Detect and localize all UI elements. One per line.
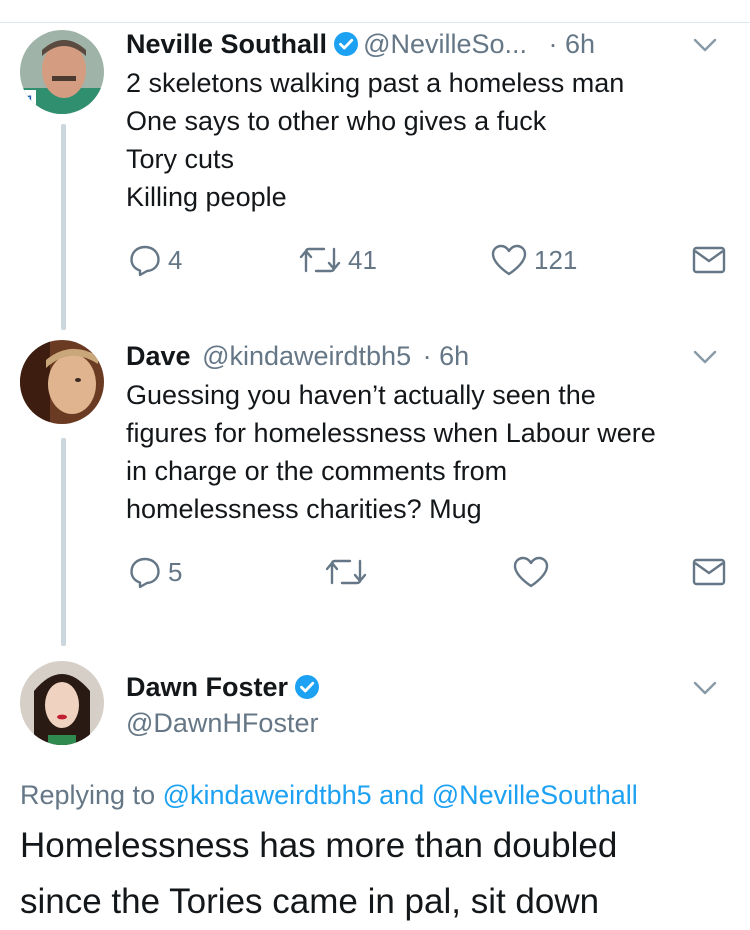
retweet-button[interactable] (324, 552, 374, 592)
author-handle[interactable]: @kindaweirdtbh5 (202, 341, 411, 371)
dm-icon (692, 246, 726, 274)
reply-count: 4 (168, 244, 183, 275)
avatar[interactable] (20, 661, 104, 745)
main-tweet-text: Homelessness has more than doubled since… (20, 818, 740, 930)
replying-to-line: Replying to @kindaweirdtbh5 and @Neville… (20, 780, 638, 811)
mention-link[interactable]: @NevilleSouthall (432, 780, 638, 810)
chevron-down-icon[interactable] (692, 32, 718, 58)
avatar[interactable] (20, 340, 104, 424)
author-handle[interactable]: @NevilleSo... (363, 29, 527, 59)
mention-link[interactable]: @kindaweirdtbh5 (163, 780, 372, 810)
like-button[interactable] (512, 552, 556, 592)
author-name[interactable]: Dave (126, 341, 191, 371)
tweet-neville[interactable]: 1 Neville Southall @NevilleSo... · 6h 2 s… (0, 0, 750, 300)
chevron-down-icon[interactable] (692, 344, 718, 370)
author-name[interactable]: Neville Southall (126, 29, 327, 59)
verified-badge-icon (333, 31, 359, 57)
tweet-text-line: One says to other who gives a fuck (126, 106, 547, 136)
heart-icon (513, 556, 549, 588)
tweet-actions: 4 41 121 (126, 240, 726, 280)
author-handle[interactable]: @DawnHFoster (126, 708, 318, 738)
retweet-count: 41 (348, 244, 377, 275)
reply-icon (130, 245, 160, 277)
tweet-text-line: Guessing you haven’t actually seen the (126, 380, 596, 410)
tweet-text: 2 skeletons walking past a homeless man … (126, 64, 730, 216)
tweet-time[interactable]: · 6h (549, 29, 596, 59)
reply-button[interactable]: 4 (128, 240, 182, 280)
retweet-icon (325, 559, 367, 585)
retweet-button[interactable]: 41 (298, 240, 377, 280)
mention-conjunction: and (379, 780, 425, 810)
tweet-text-line: in charge or the comments from (126, 456, 508, 486)
tweet-time[interactable]: · 6h (423, 341, 470, 371)
author-name[interactable]: Dawn Foster (126, 672, 288, 702)
heart-icon (491, 244, 527, 276)
tweet-text-line: Tory cuts (126, 144, 235, 174)
chevron-down-icon[interactable] (692, 675, 718, 701)
avatar[interactable]: 1 (20, 30, 104, 114)
svg-text:1: 1 (25, 92, 35, 111)
tweet-dave[interactable]: Dave @kindaweirdtbh5 · 6h Guessing you h… (0, 300, 750, 645)
tweet-text-line: figures for homelessness when Labour wer… (126, 418, 656, 448)
replying-to-prefix: Replying to (20, 780, 156, 810)
like-button[interactable]: 121 (490, 240, 577, 280)
tweet-text-line: 2 skeletons walking past a homeless man (126, 68, 625, 98)
retweet-icon (299, 247, 341, 273)
tweet-actions: 5 (126, 552, 726, 592)
reply-button[interactable]: 5 (128, 552, 182, 592)
like-count: 121 (534, 244, 578, 275)
tweet-text-line: homelessness charities? Mug (126, 494, 482, 524)
dm-button[interactable] (692, 552, 726, 592)
tweet-text-line: Killing people (126, 182, 287, 212)
main-tweet-text-line: Homelessness has more than doubled (20, 826, 618, 865)
reply-count: 5 (168, 556, 183, 587)
verified-badge-icon (294, 674, 320, 700)
reply-icon (130, 557, 160, 589)
dm-icon (692, 558, 726, 586)
tweet-text: Guessing you haven’t actually seen the f… (126, 376, 730, 528)
dm-button[interactable] (692, 240, 726, 280)
main-tweet-text-line: since the Tories came in pal, sit down (20, 882, 600, 921)
